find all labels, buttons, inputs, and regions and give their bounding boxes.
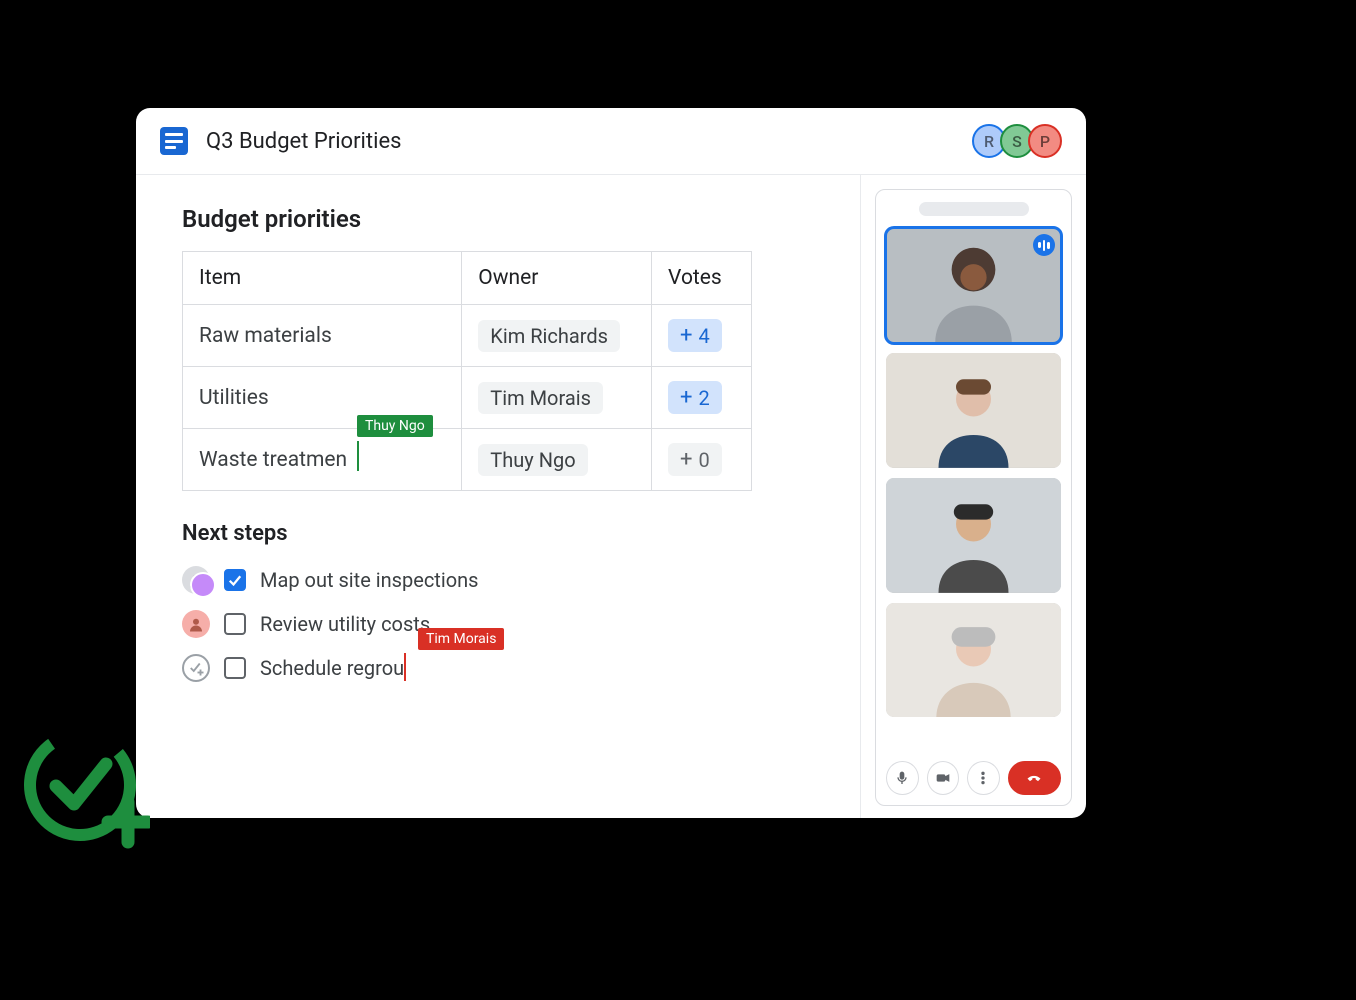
meet-title-placeholder bbox=[919, 202, 1029, 216]
owner-chip[interactable]: Tim Morais bbox=[478, 382, 603, 414]
edit-cursor bbox=[357, 441, 359, 471]
person-icon bbox=[187, 571, 205, 589]
plus-icon: + bbox=[680, 447, 692, 472]
task-text[interactable]: Map out site inspections bbox=[260, 568, 478, 592]
camera-icon bbox=[935, 770, 951, 786]
table-row[interactable]: Raw materials Kim Richards +4 bbox=[183, 305, 752, 367]
more-vertical-icon bbox=[975, 770, 991, 786]
owner-chip[interactable]: Thuy Ngo bbox=[478, 444, 587, 476]
checkmark-plus-icon bbox=[187, 659, 205, 677]
next-steps-section: Next steps Map out site inspections bbox=[182, 521, 860, 688]
speaking-indicator-icon bbox=[1033, 234, 1055, 256]
task-row[interactable]: Map out site inspections bbox=[182, 560, 860, 600]
task-row[interactable]: Schedule regrou Tim Morais bbox=[182, 648, 860, 688]
task-text: Schedule regrou bbox=[260, 656, 404, 680]
plus-icon: + bbox=[680, 323, 692, 348]
plus-icon: + bbox=[680, 385, 692, 410]
section-heading: Next steps bbox=[182, 521, 860, 546]
phone-hangup-icon bbox=[1026, 770, 1042, 786]
task-row[interactable]: Review utility costs bbox=[182, 604, 860, 644]
mic-icon bbox=[894, 770, 910, 786]
checkbox[interactable] bbox=[224, 657, 246, 679]
header: Q3 Budget Priorities R S P bbox=[136, 108, 1086, 174]
item-cell[interactable]: Raw materials bbox=[183, 305, 462, 367]
participant-tile[interactable] bbox=[886, 228, 1061, 343]
person-icon bbox=[187, 615, 205, 633]
table-row[interactable]: Waste treatmen Thuy Ngo Thuy Ngo +0 bbox=[183, 429, 752, 491]
owner-chip[interactable]: Kim Richards bbox=[478, 320, 620, 352]
col-header-item: Item bbox=[183, 252, 462, 305]
edit-cursor-label: Thuy Ngo bbox=[357, 415, 433, 437]
participant-tile[interactable] bbox=[886, 478, 1061, 593]
participant-tile[interactable] bbox=[886, 353, 1061, 468]
vote-chip[interactable]: +4 bbox=[668, 319, 722, 352]
app-window: Q3 Budget Priorities R S P Budget priori… bbox=[136, 108, 1086, 818]
doc-title[interactable]: Q3 Budget Priorities bbox=[206, 129, 978, 154]
edit-cursor bbox=[404, 653, 406, 681]
assign-task-icon[interactable] bbox=[182, 654, 210, 682]
edit-cursor-label: Tim Morais bbox=[418, 628, 504, 650]
avatar[interactable]: P bbox=[1028, 124, 1062, 158]
col-header-owner: Owner bbox=[462, 252, 652, 305]
task-text[interactable]: Review utility costs bbox=[260, 612, 430, 636]
vote-chip[interactable]: +2 bbox=[668, 381, 722, 414]
vote-chip[interactable]: +0 bbox=[668, 443, 722, 476]
more-button[interactable] bbox=[967, 761, 1000, 795]
table-row[interactable]: Utilities Tim Morais +2 bbox=[183, 367, 752, 429]
item-cell[interactable]: Waste treatmen Thuy Ngo bbox=[183, 429, 462, 491]
assignee-avatar[interactable] bbox=[182, 610, 210, 638]
task-check-emblem-icon bbox=[20, 720, 150, 850]
assignee-avatar[interactable] bbox=[182, 566, 210, 594]
participants-list bbox=[886, 228, 1061, 751]
meet-panel bbox=[861, 175, 1086, 818]
participant-tile[interactable] bbox=[886, 603, 1061, 718]
col-header-votes: Votes bbox=[652, 252, 752, 305]
checkbox[interactable] bbox=[224, 613, 246, 635]
mic-button[interactable] bbox=[886, 761, 919, 795]
meet-card bbox=[875, 189, 1072, 806]
priorities-table[interactable]: Item Owner Votes Raw materials Kim Richa… bbox=[182, 251, 752, 491]
body: Budget priorities Item Owner Votes Raw m… bbox=[136, 174, 1086, 818]
camera-button[interactable] bbox=[927, 761, 960, 795]
meet-controls bbox=[886, 761, 1061, 795]
docs-icon bbox=[160, 127, 188, 155]
document-area[interactable]: Budget priorities Item Owner Votes Raw m… bbox=[136, 175, 860, 818]
check-icon bbox=[226, 571, 244, 589]
section-heading: Budget priorities bbox=[182, 205, 860, 233]
collaborator-avatars: R S P bbox=[978, 124, 1062, 158]
checkbox[interactable] bbox=[224, 569, 246, 591]
end-call-button[interactable] bbox=[1008, 761, 1061, 795]
